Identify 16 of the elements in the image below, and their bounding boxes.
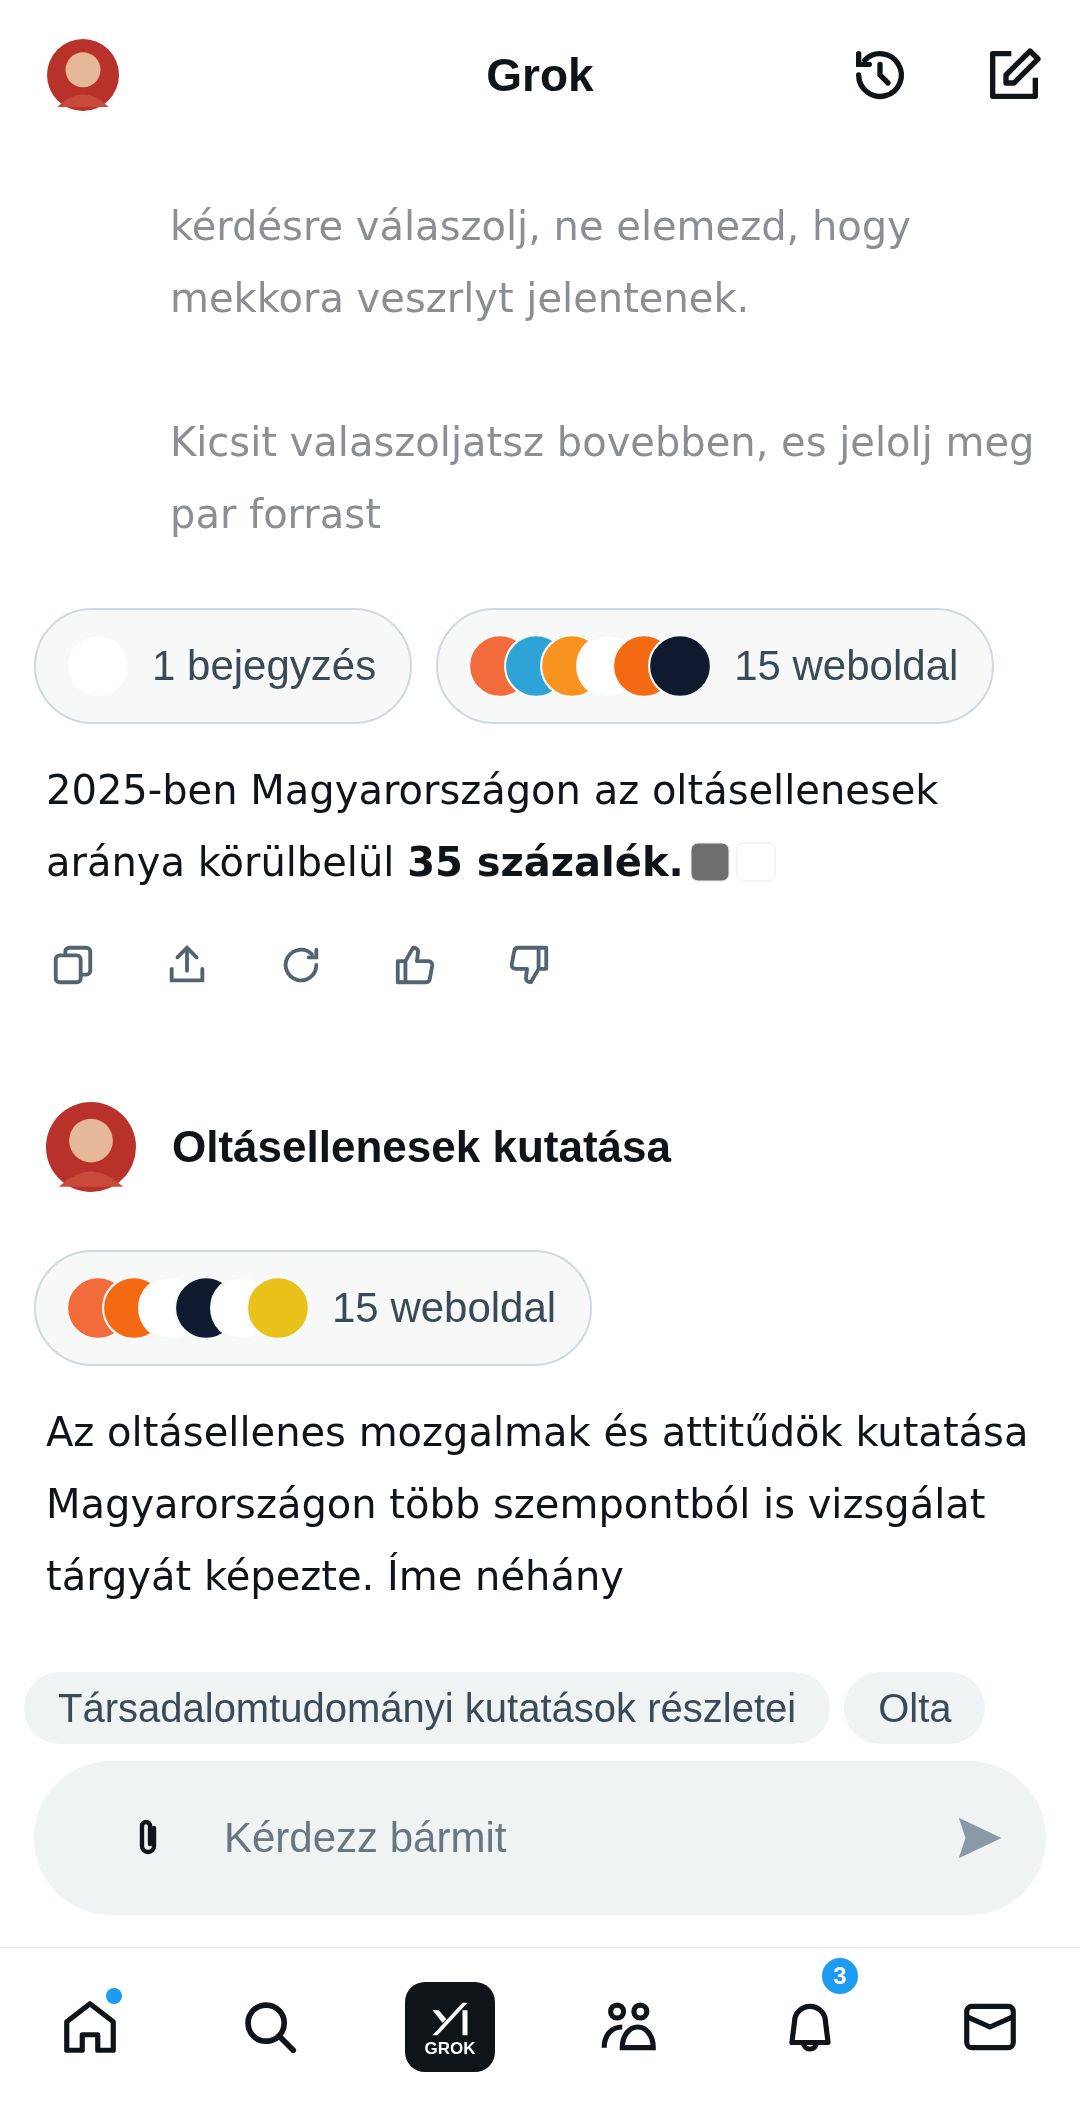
user-message: Oltásellenesek kutatása: [172, 1122, 671, 1172]
sources-chip[interactable]: 1 bejegyzés: [34, 608, 413, 724]
user-message: Kicsit valaszoljatsz bovebben, es jelolj meg par forrast: [170, 418, 1036, 539]
header-title: Grok: [486, 48, 594, 102]
sources-chip[interactable]: 15 weboldal: [34, 1250, 593, 1366]
answer-text: Az oltásellenes mozgalmak és attitűdök kutatása Magyarországon több szempontból is vizsgálat tárgyát képezte. Íme néhány: [46, 1408, 1030, 1601]
suggestion-chip[interactable]: Olta: [844, 1672, 986, 1744]
suggestion-chip[interactable]: Társadalomtudományi kutatások részletei: [24, 1672, 831, 1744]
sources-chip[interactable]: 15 weboldal: [436, 608, 995, 724]
answer-text: 2025-ben Magyarországon az oltásellenesek aránya körülbelül 35 százalék.: [46, 766, 940, 887]
grok-button[interactable]: GROK: [405, 1982, 495, 2072]
message-input[interactable]: Kérdezz bármit: [222, 1813, 902, 1863]
user-message: kérdésre válaszolj, ne elemezd, hogy mekkora veszrlyt jelentenek.: [170, 202, 912, 323]
avatar[interactable]: [47, 39, 119, 111]
citation-icon[interactable]: [689, 842, 730, 882]
notification-badge: 3: [820, 1956, 860, 1996]
